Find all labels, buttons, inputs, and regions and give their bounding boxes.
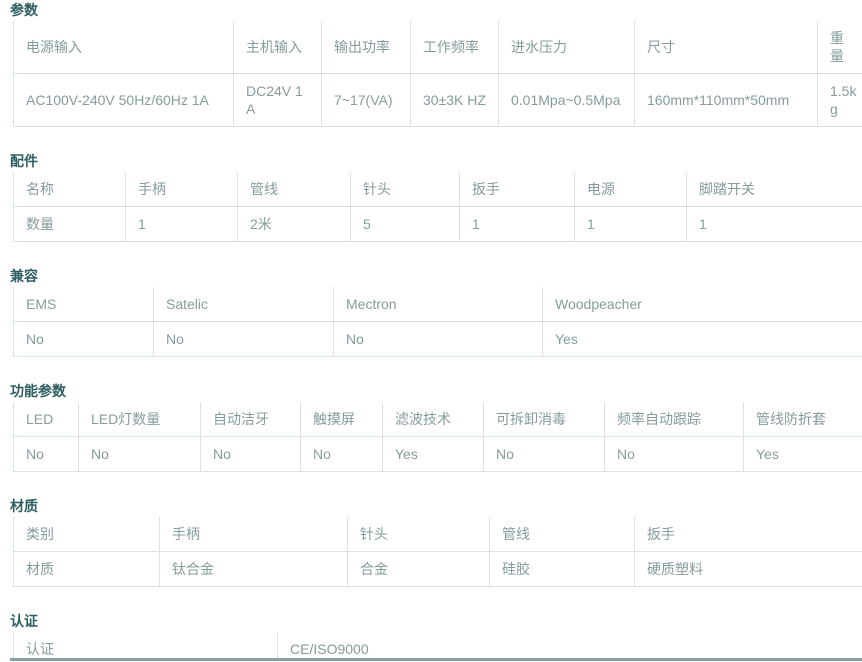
spec-header-cell: 针头: [351, 172, 460, 207]
section-accessories: 配件 名称手柄管线针头扳手电源脚踏开关数量12米5111: [10, 153, 862, 242]
spec-header-cell: 管线: [238, 172, 351, 207]
spec-value-cell: 1: [575, 207, 687, 242]
spec-value-cell: No: [154, 322, 334, 357]
spec-header-cell: 名称: [14, 172, 126, 207]
spec-header-cell: 管线: [490, 517, 635, 552]
spec-header-row: EMSSatelicMectronWoodpeacher: [14, 287, 862, 322]
section-title-certification: 认证: [10, 613, 862, 629]
section-function-parameters: 功能参数 LEDLED灯数量自动洁牙触摸屏滤波技术可拆卸消毒频率自动跟踪管线防折…: [10, 383, 862, 472]
spec-header-cell: 扳手: [635, 517, 862, 552]
spec-value-cell: 160mm*110mm*50mm: [635, 74, 818, 127]
spec-value-cell: No: [334, 322, 543, 357]
spec-data-row: 数量12米5111: [14, 207, 862, 242]
spec-value-cell: 0.01Mpa~0.5Mpa: [499, 74, 635, 127]
spec-value-cell: No: [14, 322, 154, 357]
spec-header-cell: 类别: [14, 517, 160, 552]
section-title-accessories: 配件: [10, 153, 862, 169]
spec-value-cell: 硬质塑料: [635, 552, 862, 587]
spec-value-cell: 硅胶: [490, 552, 635, 587]
spec-value-cell: No: [79, 437, 201, 472]
spec-header-cell: LED灯数量: [79, 402, 201, 437]
spec-value-cell: 1: [126, 207, 238, 242]
spec-header-cell: Mectron: [334, 287, 543, 322]
spec-header-cell: 管线防折套: [744, 402, 862, 437]
spec-header-cell: 频率自动跟踪: [605, 402, 744, 437]
section-title-materials: 材质: [10, 498, 862, 514]
accessories-table: 名称手柄管线针头扳手电源脚踏开关数量12米5111: [13, 172, 862, 242]
spec-value-cell: DC24V 1 A: [234, 74, 322, 127]
spec-header-cell: 工作频率: [411, 21, 499, 74]
spec-value-cell: 30±3K HZ: [411, 74, 499, 127]
spec-value-cell: Yes: [543, 322, 862, 357]
spec-header-cell: EMS: [14, 287, 154, 322]
spec-data-row: 材质钛合金合金硅胶硬质塑料: [14, 552, 862, 587]
section-title-compatibility: 兼容: [10, 268, 862, 284]
section-materials: 材质 类别手柄针头管线扳手材质钛合金合金硅胶硬质塑料: [10, 498, 862, 587]
spec-header-cell: 可拆卸消毒: [484, 402, 605, 437]
spec-value-cell: 7~17(VA): [322, 74, 411, 127]
spec-value-cell: No: [14, 437, 79, 472]
spec-value-cell: 1.5kg: [818, 74, 862, 127]
compatibility-table: EMSSatelicMectronWoodpeacherNoNoNoYes: [13, 287, 862, 357]
spec-data-row: NoNoNoYes: [14, 322, 862, 357]
spec-header-cell: 进水压力: [499, 21, 635, 74]
spec-value-cell: No: [301, 437, 383, 472]
spec-data-row: NoNoNoNoYesNoNoYes: [14, 437, 862, 472]
spec-value-cell: 合金: [348, 552, 490, 587]
spec-value-cell: 钛合金: [160, 552, 348, 587]
section-parameters: 参数 电源输入主机输入输出功率工作频率进水压力尺寸重量AC100V-240V 5…: [10, 2, 862, 127]
spec-header-row: 电源输入主机输入输出功率工作频率进水压力尺寸重量: [14, 21, 862, 74]
spec-header-cell: 手柄: [160, 517, 348, 552]
spec-header-cell: Woodpeacher: [543, 287, 862, 322]
spec-header-cell: 输出功率: [322, 21, 411, 74]
section-title-parameters: 参数: [10, 2, 862, 18]
spec-header-cell: 重量: [818, 21, 862, 74]
parameters-table: 电源输入主机输入输出功率工作频率进水压力尺寸重量AC100V-240V 50Hz…: [13, 21, 862, 127]
spec-header-cell: 主机输入: [234, 21, 322, 74]
spec-data-row: AC100V-240V 50Hz/60Hz 1ADC24V 1 A7~17(VA…: [14, 74, 862, 127]
spec-value-cell: 2米: [238, 207, 351, 242]
spec-header-cell: 滤波技术: [383, 402, 484, 437]
spec-header-cell: 针头: [348, 517, 490, 552]
spec-value-cell: 1: [460, 207, 575, 242]
spec-header-cell: 触摸屏: [301, 402, 383, 437]
bottom-divider: [10, 658, 862, 661]
spec-header-cell: 电源输入: [14, 21, 234, 74]
spec-header-cell: 尺寸: [635, 21, 818, 74]
spec-header-cell: 自动洁牙: [201, 402, 301, 437]
spec-header-row: 类别手柄针头管线扳手: [14, 517, 862, 552]
spec-header-cell: Satelic: [154, 287, 334, 322]
spec-value-cell: No: [484, 437, 605, 472]
spec-value-cell: Yes: [744, 437, 862, 472]
spec-header-cell: 手柄: [126, 172, 238, 207]
product-spec-page: 参数 电源输入主机输入输出功率工作频率进水压力尺寸重量AC100V-240V 5…: [0, 0, 862, 662]
spec-value-cell: AC100V-240V 50Hz/60Hz 1A: [14, 74, 234, 127]
spec-value-cell: No: [201, 437, 301, 472]
spec-value-cell: 1: [687, 207, 862, 242]
spec-header-cell: LED: [14, 402, 79, 437]
materials-table: 类别手柄针头管线扳手材质钛合金合金硅胶硬质塑料: [13, 517, 862, 587]
section-title-function-parameters: 功能参数: [10, 383, 862, 399]
spec-value-cell: 材质: [14, 552, 160, 587]
spec-header-cell: 电源: [575, 172, 687, 207]
section-compatibility: 兼容 EMSSatelicMectronWoodpeacherNoNoNoYes: [10, 268, 862, 357]
spec-header-row: LEDLED灯数量自动洁牙触摸屏滤波技术可拆卸消毒频率自动跟踪管线防折套: [14, 402, 862, 437]
spec-header-cell: 脚踏开关: [687, 172, 862, 207]
spec-value-cell: 数量: [14, 207, 126, 242]
spec-value-cell: Yes: [383, 437, 484, 472]
spec-value-cell: No: [605, 437, 744, 472]
spec-header-cell: 扳手: [460, 172, 575, 207]
spec-value-cell: 5: [351, 207, 460, 242]
spec-header-row: 名称手柄管线针头扳手电源脚踏开关: [14, 172, 862, 207]
section-certification: 认证 认证CE/ISO9000标准国标: [10, 613, 862, 662]
function-parameters-table: LEDLED灯数量自动洁牙触摸屏滤波技术可拆卸消毒频率自动跟踪管线防折套NoNo…: [13, 402, 862, 472]
